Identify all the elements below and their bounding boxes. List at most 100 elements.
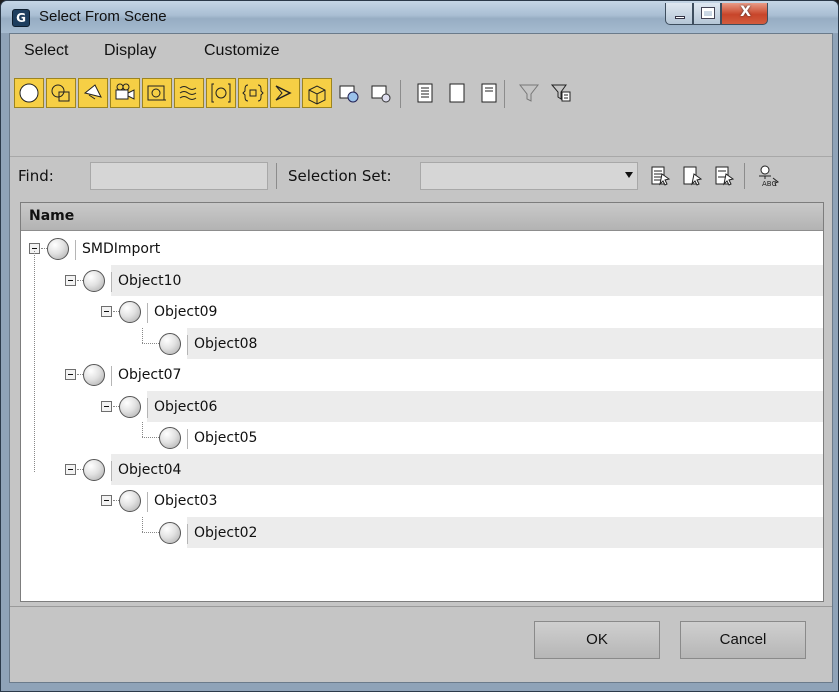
tree-row[interactable]: Object10 — [21, 265, 823, 296]
collapse-toggle-icon[interactable] — [101, 306, 112, 317]
helpers-filter-icon — [147, 85, 166, 101]
display-all-toggle[interactable] — [410, 78, 440, 108]
collapse-toggle-icon[interactable] — [65, 275, 76, 286]
select-from-scene-dialog: G Select From Scene X Select Display Cus… — [0, 0, 839, 692]
window-title: Select From Scene — [39, 8, 167, 25]
filter-funnel-toggle[interactable] — [514, 78, 544, 108]
selection-set-label: Selection Set: — [288, 167, 392, 185]
row-background — [187, 328, 823, 359]
groups-filter-icon — [211, 83, 231, 103]
select-all-button[interactable] — [646, 162, 674, 190]
select-separator — [744, 163, 745, 189]
find-input[interactable] — [90, 162, 268, 190]
geometry-filter-icon — [19, 83, 39, 103]
collapse-toggle-icon[interactable] — [65, 464, 76, 475]
cameras-filter-icon — [115, 83, 135, 100]
select-by-name-abc-icon: ABC — [759, 165, 780, 188]
geometry-filter-toggle[interactable] — [14, 78, 44, 108]
shapes-filter-toggle[interactable] — [46, 78, 76, 108]
dialog-button-bar: OK Cancel — [10, 606, 832, 682]
row-background — [187, 422, 823, 453]
helpers-filter-toggle[interactable] — [142, 78, 172, 108]
minimize-icon — [675, 16, 685, 19]
menu-select[interactable]: Select — [24, 42, 68, 60]
collapse-toggle-icon[interactable] — [101, 401, 112, 412]
containers-filter-icon — [308, 85, 326, 105]
xrefs-filter-icon — [242, 84, 264, 102]
filter-funnel-icon — [518, 84, 540, 102]
3ds-max-icon: G — [12, 9, 30, 27]
select-none-button[interactable] — [678, 162, 706, 190]
tree-row[interactable]: Object07 — [21, 359, 823, 390]
groups-filter-toggle[interactable] — [206, 78, 236, 108]
minimize-button[interactable] — [665, 3, 693, 25]
object-name: Object08 — [187, 335, 257, 355]
close-button[interactable]: X — [721, 3, 768, 25]
filter-options-icon — [550, 84, 571, 102]
close-icon: X — [740, 4, 751, 20]
bones-filter-toggle[interactable] — [270, 78, 300, 108]
select-none-icon — [683, 166, 703, 186]
cancel-button[interactable]: Cancel — [680, 621, 806, 659]
row-background — [147, 485, 823, 516]
tree-connector — [34, 251, 35, 472]
tree-row[interactable]: Object09 — [21, 296, 823, 327]
xrefs-filter-toggle[interactable] — [238, 78, 268, 108]
row-background — [111, 265, 823, 296]
collapse-toggle-icon[interactable] — [65, 369, 76, 380]
select-invert-button[interactable] — [710, 162, 738, 190]
object-name: SMDImport — [75, 240, 160, 260]
ok-button[interactable]: OK — [534, 621, 660, 659]
tree-row[interactable]: Object02 — [21, 517, 823, 548]
space-warps-filter-toggle[interactable] — [174, 78, 204, 108]
display-none-toggle[interactable] — [442, 78, 472, 108]
cameras-filter-toggle[interactable] — [110, 78, 140, 108]
chevron-down-icon — [625, 172, 633, 178]
object-name: Object09 — [147, 303, 217, 323]
row-background — [75, 233, 823, 264]
tree-connector — [142, 328, 143, 343]
frozen-objects-toggle[interactable] — [334, 78, 364, 108]
maximize-icon — [701, 7, 715, 19]
tree-connector — [142, 437, 159, 438]
geometry-object-icon — [119, 490, 141, 512]
find-separator — [276, 163, 277, 189]
tree-row[interactable]: SMDImport — [21, 233, 823, 264]
select-by-name-button[interactable]: ABC — [754, 162, 782, 190]
tree-row[interactable]: Object03 — [21, 485, 823, 516]
svg-text:ABC: ABC — [762, 180, 776, 188]
row-background — [111, 359, 823, 390]
selection-set-combo[interactable] — [420, 162, 638, 190]
menu-customize[interactable]: Customize — [204, 42, 280, 60]
menu-display[interactable]: Display — [104, 42, 156, 60]
lights-filter-icon — [83, 84, 102, 100]
geometry-object-icon — [47, 238, 69, 260]
title-bar[interactable]: G Select From Scene X — [1, 1, 838, 33]
tree-row[interactable]: Object06 — [21, 391, 823, 422]
dialog-client-area: Select Display Customize Find: Selection… — [9, 33, 833, 683]
geometry-object-icon — [159, 522, 181, 544]
tree-row[interactable]: Object04 — [21, 454, 823, 485]
invert-display-toggle[interactable] — [474, 78, 504, 108]
shapes-filter-icon — [51, 84, 70, 102]
geometry-object-icon — [119, 396, 141, 418]
scene-object-list[interactable]: Name SMDImport Object10 Object09 Object08 Ob… — [20, 202, 824, 602]
containers-filter-toggle[interactable] — [302, 78, 332, 108]
bones-filter-icon — [275, 85, 292, 101]
object-name: Object02 — [187, 524, 257, 544]
lights-filter-toggle[interactable] — [78, 78, 108, 108]
name-column-header[interactable]: Name — [21, 203, 823, 231]
filter-options-toggle[interactable] — [546, 78, 576, 108]
row-background — [147, 296, 823, 327]
menu-bar: Select Display Customize — [10, 34, 832, 68]
tree-row[interactable]: Object08 — [21, 328, 823, 359]
geometry-object-icon — [83, 459, 105, 481]
select-invert-icon — [715, 166, 735, 186]
row-background — [147, 391, 823, 422]
tree-row[interactable]: Object05 — [21, 422, 823, 453]
hidden-objects-toggle[interactable] — [366, 78, 396, 108]
geometry-object-icon — [159, 333, 181, 355]
toolbar-separator — [504, 80, 505, 108]
collapse-toggle-icon[interactable] — [101, 495, 112, 506]
maximize-button[interactable] — [693, 3, 721, 25]
